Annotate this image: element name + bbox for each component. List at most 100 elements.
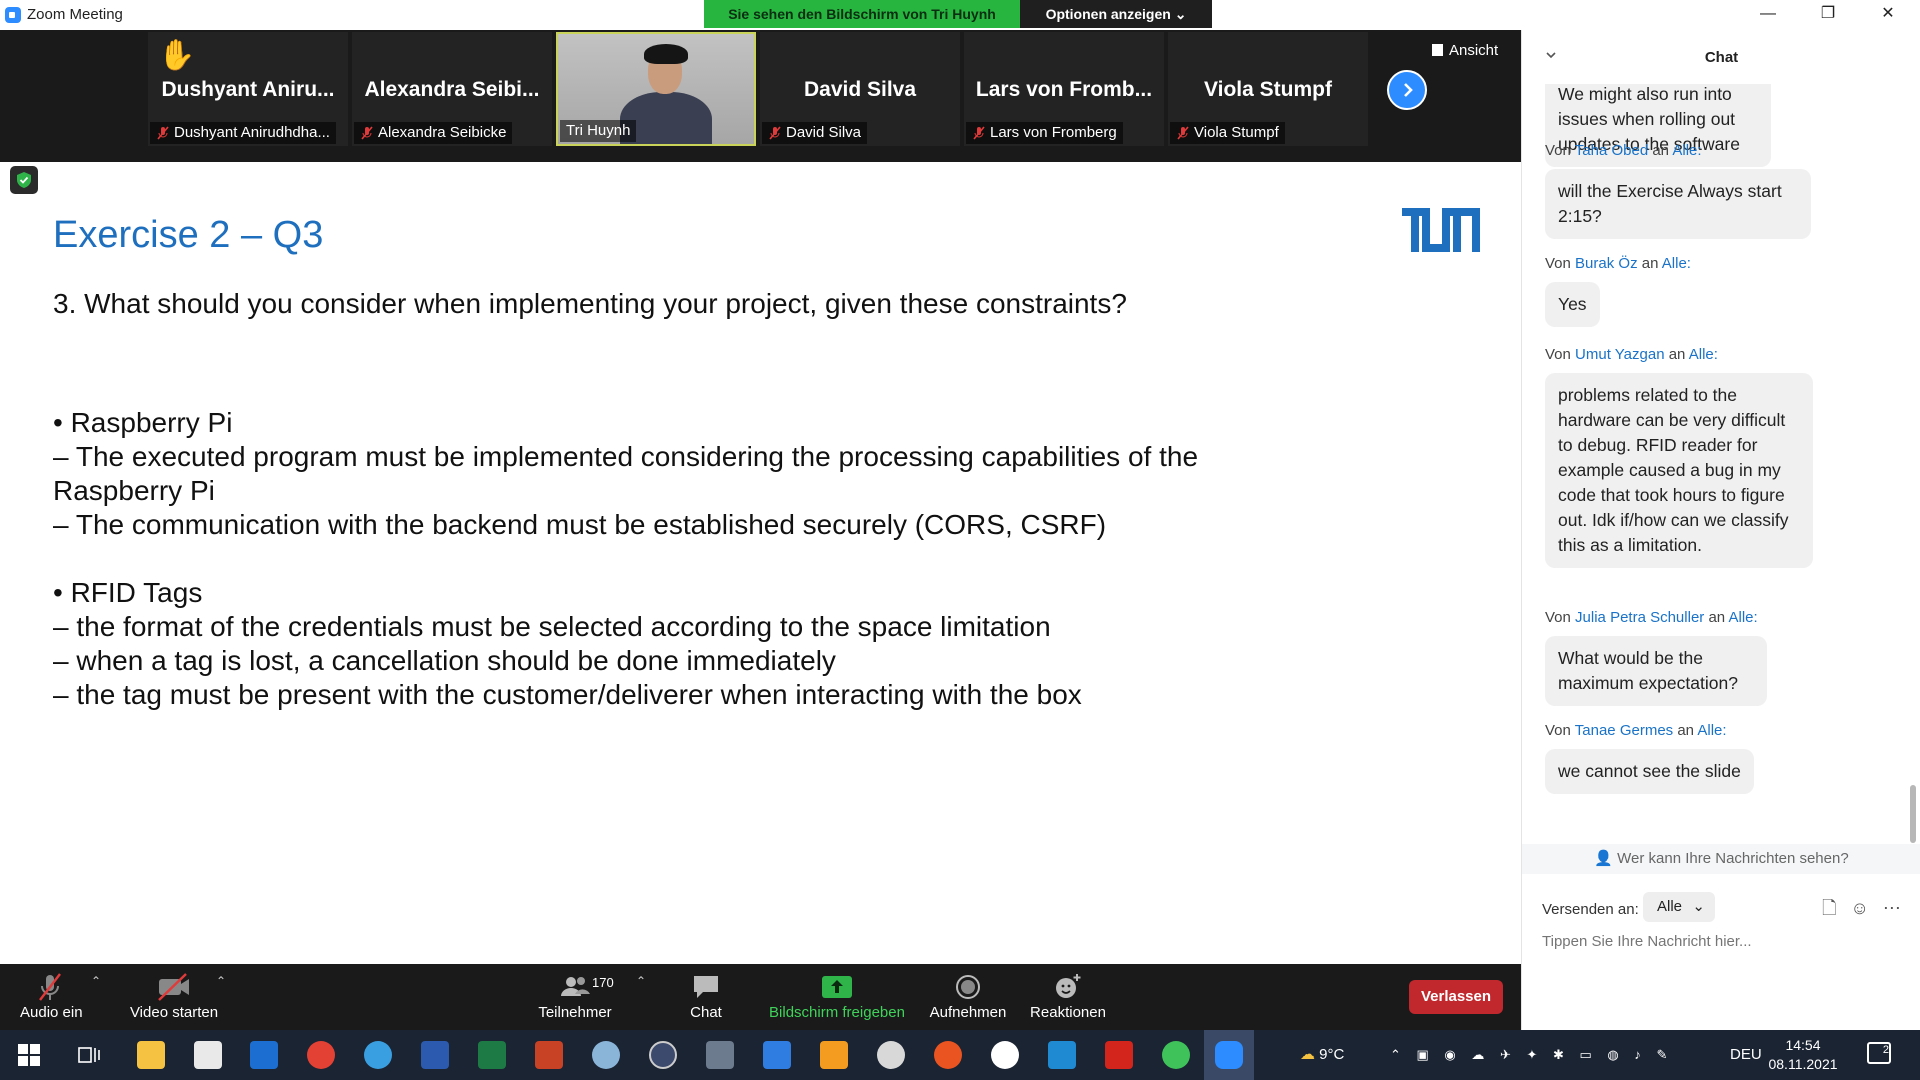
chat-message: Von Burak Öz an Alle: Yes — [1545, 255, 1691, 327]
record-label: Aufnehmen — [929, 1004, 1007, 1021]
telegram-icon[interactable] — [364, 1041, 392, 1069]
participants-button[interactable]: 170 Teilnehmer — [536, 972, 614, 1021]
reactions-button[interactable]: Reaktionen — [1027, 972, 1109, 1021]
system-tray[interactable]: ⌃ ▣ ◉ ☁ ✈ ✦ ✱ ▭ ◍ ♪ ✎ — [1390, 1030, 1673, 1080]
tray-icons: ⌃ ▣ ◉ ☁ ✈ ✦ ✱ ▭ ◍ ♪ ✎ — [1390, 1047, 1674, 1062]
video-button[interactable]: Video starten — [128, 972, 220, 1021]
who-can-see-messages[interactable]: 👤 Wer kann Ihre Nachrichten sehen? — [1522, 844, 1920, 874]
active-speaker-tile[interactable]: Tri Huynh — [556, 32, 756, 146]
sender-name[interactable]: Umut Yazgan — [1575, 346, 1665, 363]
outlook-icon[interactable] — [250, 1041, 278, 1069]
weather-widget[interactable]: ☁ 9°C — [1300, 1030, 1344, 1080]
taskbar-clock[interactable]: 14:54 08.11.2021 — [1758, 1036, 1848, 1074]
video-options-caret[interactable]: ⌃ — [216, 974, 226, 988]
chat-message-list[interactable]: We might also run into issues when rolli… — [1522, 84, 1920, 874]
video-off-icon — [158, 973, 189, 1001]
to-connector: an — [1708, 609, 1726, 626]
message-sender-line: Von Umut Yazgan an Alle: — [1545, 346, 1813, 363]
view-options-label: Optionen anzeigen — [1045, 6, 1171, 22]
file-icon[interactable]: 🗋 — [1822, 898, 1836, 918]
store-icon[interactable] — [194, 1041, 222, 1069]
notification-center-icon[interactable]: 2 — [1867, 1042, 1891, 1064]
chrome-icon[interactable] — [307, 1041, 335, 1069]
participants-icon — [561, 977, 590, 996]
participant-name-label: Lars von Fromberg — [966, 122, 1123, 144]
sublime-icon[interactable] — [820, 1041, 848, 1069]
participant-name-label: Tri Huynh — [560, 120, 637, 142]
screen-share-banner: Sie sehen den Bildschirm von Tri Huynh — [704, 0, 1020, 28]
participant-tile[interactable]: Alexandra Seibi... Alexandra Seibicke — [352, 32, 552, 146]
chat-message-input[interactable] — [1542, 933, 1902, 950]
security-shield-icon[interactable] — [10, 166, 38, 194]
participant-tile[interactable]: David Silva David Silva — [760, 32, 960, 146]
file-explorer-icon[interactable] — [137, 1041, 165, 1069]
chat-bubble: will the Exercise Always start 2:15? — [1545, 169, 1811, 239]
close-button[interactable]: ✕ — [1860, 0, 1916, 30]
recipient-value: Alle — [1657, 898, 1683, 915]
zoom-taskbar-item[interactable] — [1204, 1030, 1254, 1080]
participant-name-text: Viola Stumpf — [1194, 124, 1279, 141]
powerpoint-icon[interactable] — [535, 1041, 563, 1069]
minimize-icon: — — [1760, 5, 1776, 22]
from-prefix: Von — [1545, 346, 1571, 363]
bullet-line: • RFID Tags — [53, 577, 203, 608]
leave-meeting-button[interactable]: Verlassen — [1409, 980, 1503, 1014]
sender-name[interactable]: Burak Öz — [1575, 255, 1638, 272]
restore-button[interactable]: ❐ — [1800, 0, 1856, 30]
vscode-icon[interactable] — [1048, 1041, 1076, 1069]
to-connector: an — [1668, 346, 1686, 363]
excel-icon[interactable] — [478, 1041, 506, 1069]
chat-message: Von Julia Petra Schuller an Alle: What w… — [1545, 609, 1767, 706]
participants-options-caret[interactable]: ⌃ — [636, 974, 646, 988]
language-indicator[interactable]: DEU — [1730, 1030, 1762, 1080]
whatsapp-icon[interactable] — [1162, 1041, 1190, 1069]
from-prefix: Von — [1545, 609, 1571, 626]
sender-name[interactable]: Tanae Germes — [1575, 722, 1673, 739]
from-prefix: Von — [1545, 255, 1571, 272]
audio-button[interactable]: Audio ein — [20, 972, 83, 1021]
audio-options-caret[interactable]: ⌃ — [91, 974, 101, 988]
sender-name[interactable]: Julia Petra Schuller — [1575, 609, 1704, 626]
notification-count: 2 — [1882, 1044, 1889, 1056]
acrobat-icon[interactable] — [1105, 1041, 1133, 1069]
participant-name-label: Dushyant Anirudhdha... — [150, 122, 336, 144]
record-button[interactable]: Aufnehmen — [926, 972, 1010, 1021]
recipient-select[interactable]: Alle ⌄ — [1643, 892, 1715, 922]
record-icon — [956, 975, 980, 999]
bullet-line: – The executed program must be implement… — [53, 441, 1199, 472]
participant-name-label: Viola Stumpf — [1170, 122, 1285, 144]
participants-label: Teilnehmer — [538, 1004, 612, 1021]
chat-button[interactable]: Chat — [686, 972, 726, 1021]
participant-tile[interactable]: Viola Stumpf Viola Stumpf — [1168, 32, 1368, 146]
ubuntu-icon[interactable] — [934, 1041, 962, 1069]
view-layout-button[interactable]: Ansicht — [1432, 42, 1498, 59]
start-icon[interactable] — [18, 1044, 40, 1066]
next-page-button[interactable] — [1387, 70, 1427, 110]
slack-icon[interactable] — [991, 1041, 1019, 1069]
sender-name[interactable]: Taha Obed — [1575, 142, 1648, 159]
task-view-icon[interactable] — [78, 1045, 100, 1065]
share-screen-button[interactable]: Bildschirm freigeben — [764, 972, 910, 1021]
todo-icon[interactable] — [763, 1041, 791, 1069]
keepass-icon[interactable] — [649, 1041, 677, 1069]
snipping-icon[interactable] — [592, 1041, 620, 1069]
more-icon[interactable]: ⋯ — [1883, 898, 1901, 918]
emoji-icon[interactable]: ☺ — [1850, 898, 1868, 918]
chat-message: Von Umut Yazgan an Alle: problems relate… — [1545, 346, 1813, 568]
zoom-app-icon — [5, 7, 21, 23]
calculator-icon[interactable] — [706, 1041, 734, 1069]
participant-name-label: Alexandra Seibicke — [354, 122, 513, 144]
gitkraken-icon[interactable] — [877, 1041, 905, 1069]
muted-mic-icon — [973, 126, 985, 140]
audio-label: Audio ein — [20, 1004, 83, 1021]
participant-name-text: Dushyant Anirudhdha... — [174, 124, 330, 141]
view-options-button[interactable]: Optionen anzeigen ⌄ — [1020, 0, 1212, 28]
word-icon[interactable] — [421, 1041, 449, 1069]
minimize-button[interactable]: — — [1740, 0, 1796, 30]
participant-tile[interactable]: Lars von Fromb... Lars von Fromberg — [964, 32, 1164, 146]
chat-scrollbar[interactable] — [1910, 785, 1916, 843]
participant-tile[interactable]: ✋ Dushyant Aniru... Dushyant Anirudhdha.… — [148, 32, 348, 146]
share-screen-icon — [822, 976, 852, 998]
participant-name-label: David Silva — [762, 122, 868, 144]
chat-icon — [694, 976, 718, 998]
